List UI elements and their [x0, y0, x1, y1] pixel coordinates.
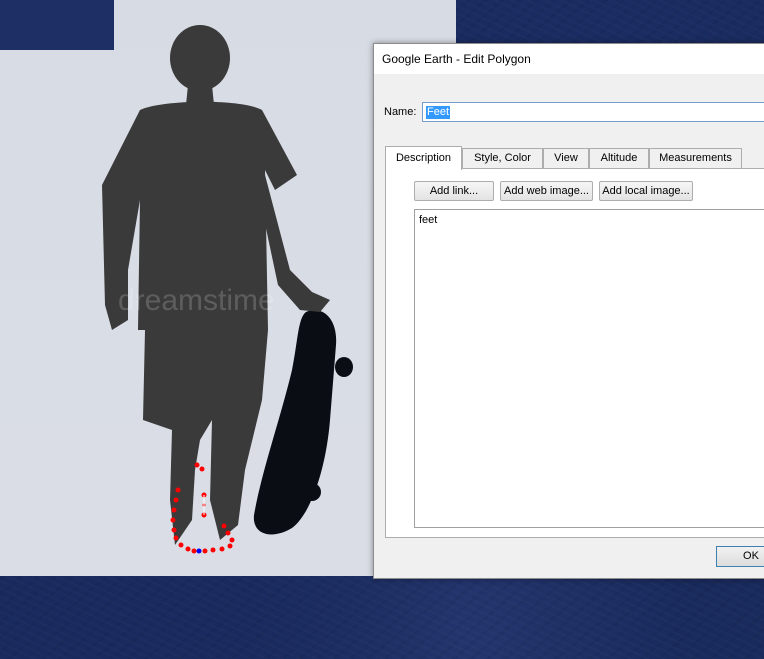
- ok-button[interactable]: OK: [716, 546, 764, 567]
- tab-altitude[interactable]: Altitude: [589, 148, 649, 168]
- description-panel: Add link... Add web image... Add local i…: [385, 168, 764, 538]
- name-input[interactable]: Feet: [422, 102, 764, 122]
- description-textarea[interactable]: feet: [414, 209, 764, 528]
- add-web-image-button[interactable]: Add web image...: [500, 181, 593, 201]
- watermark-text: dreamstime: [118, 284, 275, 317]
- edit-polygon-dialog: Google Earth - Edit Polygon Name: Feet D…: [373, 43, 764, 579]
- dialog-titlebar[interactable]: Google Earth - Edit Polygon: [374, 44, 764, 75]
- tab-style-color[interactable]: Style, Color: [462, 148, 543, 168]
- add-local-image-button[interactable]: Add local image...: [599, 181, 693, 201]
- tab-view[interactable]: View: [543, 148, 589, 168]
- add-link-button[interactable]: Add link...: [414, 181, 494, 201]
- name-label: Name:: [384, 106, 417, 118]
- dialog-title: Google Earth - Edit Polygon: [382, 52, 531, 66]
- name-input-value: Feet: [426, 106, 451, 119]
- tab-measurements[interactable]: Measurements: [649, 148, 742, 168]
- description-text: feet: [419, 214, 438, 226]
- tab-description[interactable]: Description: [385, 146, 462, 170]
- selected-vertex: [196, 548, 202, 554]
